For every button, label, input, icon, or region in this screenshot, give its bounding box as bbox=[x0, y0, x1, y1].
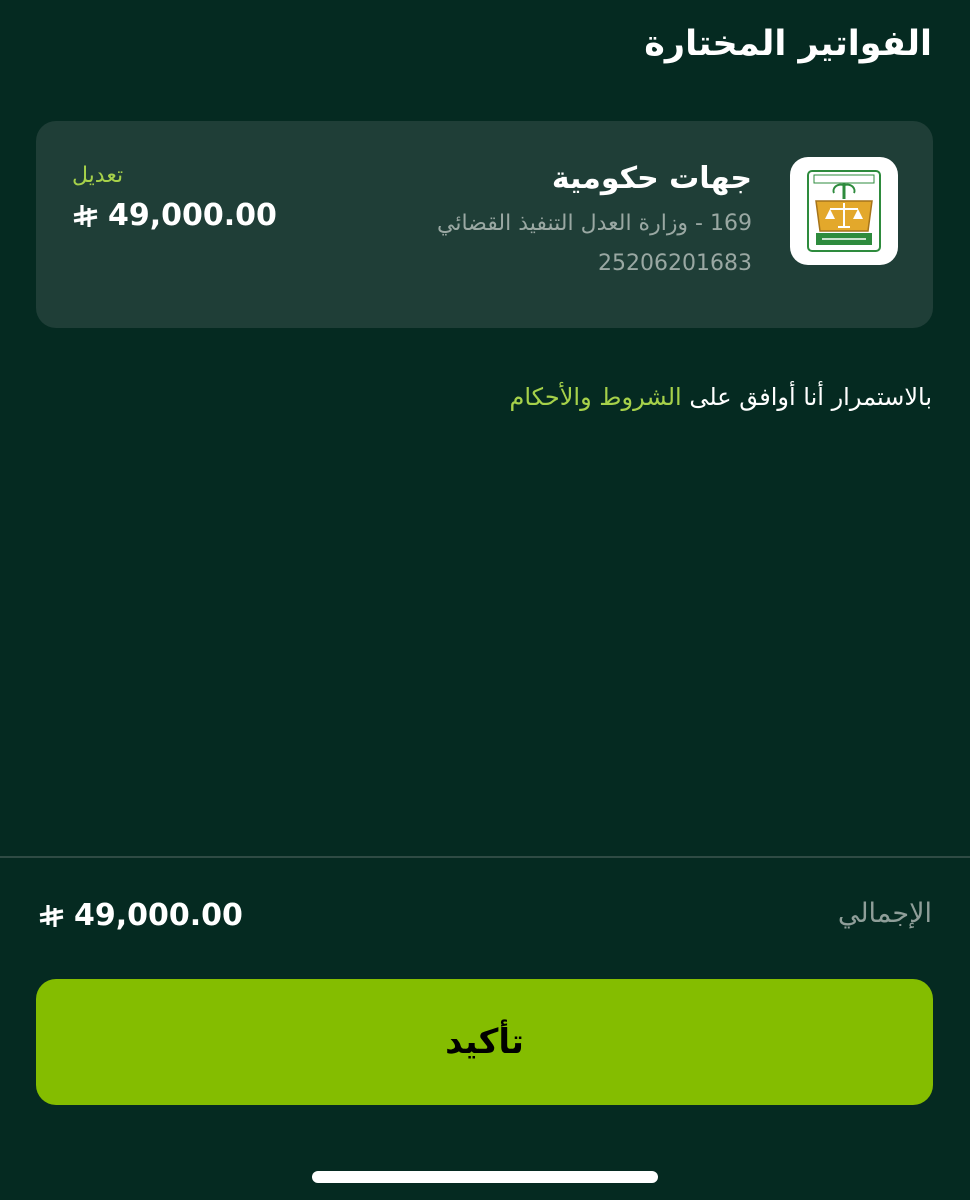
bill-card[interactable]: جهات حكومية 169 - وزارة العدل التنفيذ ال… bbox=[36, 121, 933, 328]
terms-notice: بالاستمرار أنا أوافق على الشروط والأحكام bbox=[509, 383, 932, 411]
confirm-button[interactable]: تأكيد bbox=[36, 979, 933, 1105]
saudi-riyal-icon bbox=[73, 204, 98, 227]
home-indicator[interactable] bbox=[312, 1171, 658, 1183]
bill-issuer: 169 - وزارة العدل التنفيذ القضائي bbox=[437, 211, 752, 236]
terms-prefix: بالاستمرار أنا أوافق على bbox=[689, 383, 932, 411]
bill-amount: 49,000.00 bbox=[72, 198, 277, 233]
terms-link[interactable]: الشروط والأحكام bbox=[509, 383, 681, 411]
saudi-riyal-icon bbox=[39, 904, 64, 927]
edit-button[interactable]: تعديل bbox=[72, 163, 123, 188]
bill-number: 25206201683 bbox=[598, 251, 752, 276]
bill-category: جهات حكومية bbox=[551, 161, 752, 196]
summary-divider bbox=[0, 856, 970, 858]
total-amount: 49,000.00 bbox=[38, 898, 243, 933]
total-amount-value: 49,000.00 bbox=[74, 898, 243, 933]
ministry-logo-graphic bbox=[807, 170, 881, 252]
total-label: الإجمالي bbox=[837, 898, 932, 929]
ministry-of-justice-logo-icon bbox=[790, 157, 898, 265]
bill-amount-value: 49,000.00 bbox=[108, 198, 277, 233]
page-title: الفواتير المختارة bbox=[644, 24, 932, 64]
